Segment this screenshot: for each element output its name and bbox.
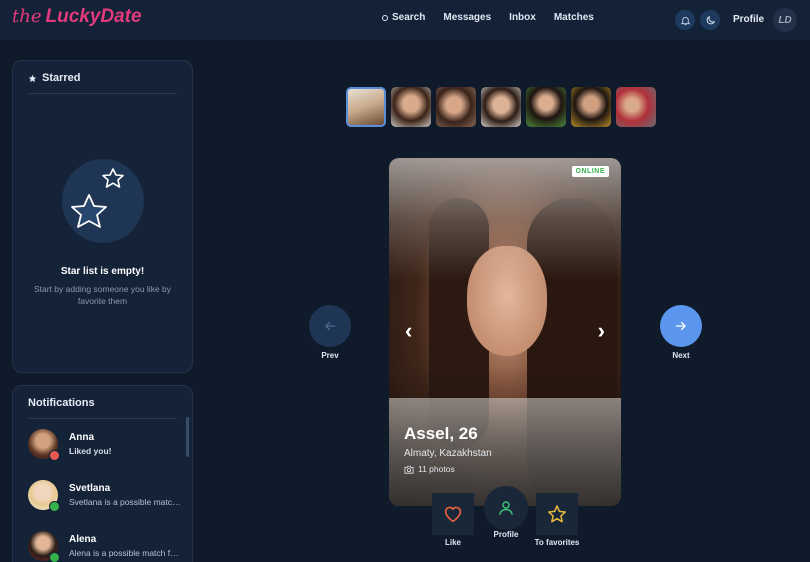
- prev-label: Prev: [321, 351, 339, 360]
- notifications-title: Notifications: [28, 397, 95, 409]
- next-label: Next: [672, 351, 690, 360]
- theme-toggle-button[interactable]: [700, 10, 720, 30]
- nav-matches[interactable]: Matches: [554, 12, 594, 23]
- next-button[interactable]: [660, 305, 702, 347]
- starred-title-label: Starred: [42, 72, 81, 84]
- notification-name: Alena: [69, 534, 97, 545]
- starred-panel: Starred Star list is empty! Start by add…: [12, 60, 193, 373]
- thumbnail[interactable]: [526, 87, 566, 127]
- notifications-title-label: Notifications: [28, 397, 95, 409]
- notification-item[interactable]: Alena Alena is a possible match for you: [28, 528, 183, 562]
- favorite-label: To favorites: [534, 538, 580, 547]
- profile-link[interactable]: Profile: [733, 14, 764, 25]
- empty-stars-icon: [62, 159, 144, 243]
- avatar: [28, 531, 60, 562]
- star-outline-icon: [548, 505, 566, 523]
- user-icon: [499, 501, 513, 515]
- avatar: [28, 429, 60, 461]
- top-bar: the LuckyDate Search Messages Inbox Matc…: [0, 0, 810, 40]
- nav-search-label: Search: [392, 12, 426, 23]
- empty-subtitle: Start by adding someone you like by favo…: [33, 284, 172, 306]
- nav-search[interactable]: Search: [382, 12, 425, 23]
- logo-prefix: the: [12, 6, 42, 27]
- nav-matches-label: Matches: [553, 12, 594, 23]
- like-label: Like: [444, 538, 461, 547]
- notification-message: Alena is a possible match for you: [69, 548, 181, 558]
- profile-location: Almaty, Kazakhstan: [404, 448, 492, 459]
- star-icon: [28, 74, 37, 82]
- nav-messages-label: Messages: [443, 12, 492, 23]
- online-badge-icon: [49, 501, 60, 512]
- arrow-left-icon: [325, 321, 336, 331]
- notifications-panel: Notifications Anna Liked you! Svetlana S…: [12, 385, 193, 562]
- thumbnail[interactable]: [571, 87, 611, 127]
- nav-inbox-label: Inbox: [509, 12, 536, 23]
- photo-thumbnails: [346, 87, 656, 127]
- notification-item[interactable]: Anna Liked you!: [28, 426, 183, 462]
- bell-icon: [680, 16, 690, 25]
- heart-badge-icon: [49, 450, 60, 461]
- notification-item[interactable]: Svetlana Svetlana is a possible match fo…: [28, 477, 183, 513]
- thumbnail[interactable]: [481, 87, 521, 127]
- starred-title: Starred: [28, 72, 81, 84]
- avatar: [28, 480, 60, 512]
- profile-button[interactable]: [484, 486, 528, 530]
- divider: [28, 418, 177, 419]
- photo-prev-icon[interactable]: ‹: [405, 318, 412, 344]
- photo-count-label: 11 photos: [418, 464, 455, 474]
- logo-name: LuckyDate: [45, 6, 142, 27]
- notifications-button[interactable]: [675, 10, 695, 30]
- favorite-button[interactable]: [536, 493, 578, 535]
- profile-card[interactable]: ONLINE ‹ › Assel, 26 Almaty, Kazakhstan …: [389, 158, 621, 506]
- main-nav: Search Messages Inbox Matches: [382, 12, 594, 23]
- user-avatar[interactable]: LD: [773, 8, 797, 32]
- notification-name: Anna: [69, 432, 94, 443]
- search-icon: [382, 14, 388, 21]
- online-badge: ONLINE: [571, 166, 609, 177]
- notification-message: Liked you!: [69, 446, 112, 456]
- prev-button[interactable]: [309, 305, 351, 347]
- photo-count: 11 photos: [404, 464, 455, 474]
- empty-title: Star list is empty!: [60, 266, 145, 277]
- notifications-scrollbar[interactable]: [186, 417, 189, 457]
- divider: [28, 93, 177, 94]
- arrow-right-icon: [675, 321, 686, 331]
- notification-name: Svetlana: [69, 483, 111, 494]
- notification-message: Svetlana is a possible match for you: [69, 497, 181, 507]
- online-badge-icon: [49, 552, 60, 562]
- moon-icon: [706, 15, 715, 24]
- nav-inbox[interactable]: Inbox: [509, 12, 536, 23]
- logo[interactable]: the LuckyDate: [12, 6, 142, 34]
- nav-messages[interactable]: Messages: [443, 12, 491, 23]
- camera-icon: [404, 465, 414, 474]
- like-button[interactable]: [432, 493, 474, 535]
- thumbnail[interactable]: [391, 87, 431, 127]
- profile-name: Assel, 26: [404, 424, 478, 443]
- profile-label: Profile: [493, 530, 519, 539]
- thumbnail[interactable]: [616, 87, 656, 127]
- thumbnail[interactable]: [346, 87, 386, 127]
- heart-icon: [444, 506, 462, 523]
- thumbnail[interactable]: [436, 87, 476, 127]
- photo-next-icon[interactable]: ›: [598, 318, 605, 344]
